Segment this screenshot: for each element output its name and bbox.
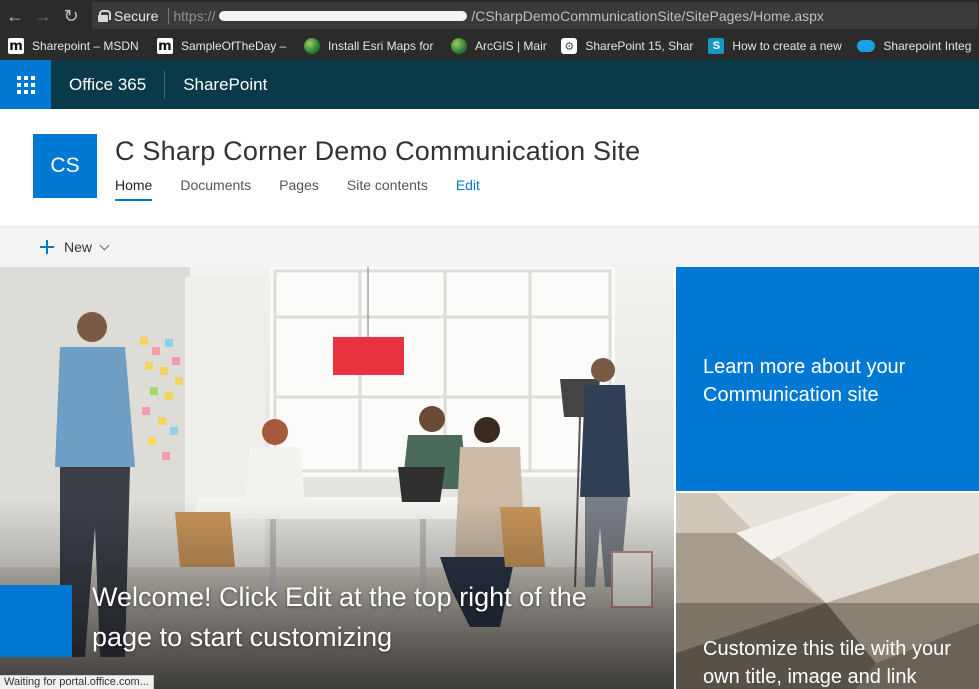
url-host: https:// bbox=[173, 7, 216, 24]
new-button-label: New bbox=[64, 239, 93, 255]
bookmark-label: ArcGIS | Main bbox=[474, 39, 548, 53]
bookmark-item[interactable]: ⚙ SharePoint 15, ShareF bbox=[561, 38, 694, 54]
site-logo[interactable]: CS bbox=[33, 134, 97, 198]
suite-title[interactable]: Office 365 bbox=[69, 75, 146, 95]
bookmark-label: Install Esri Maps for S bbox=[327, 39, 437, 53]
lock-icon bbox=[98, 9, 111, 22]
app-launcher-icon[interactable] bbox=[0, 60, 51, 109]
plus-icon bbox=[40, 240, 54, 254]
bookmark-label: SampleOfTheDay – M bbox=[180, 39, 290, 53]
bookmark-label: Sharepoint Integ bbox=[883, 39, 972, 53]
site-navigation: Home Documents Pages Site contents Edit bbox=[115, 177, 508, 201]
site-title[interactable]: C Sharp Corner Demo Communication Site bbox=[115, 136, 640, 167]
hero-side-top-tile[interactable]: Learn more about your Communication site bbox=[676, 267, 979, 491]
hero-main-tile[interactable]: Welcome! Click Edit at the top right of … bbox=[0, 267, 674, 689]
nav-pages[interactable]: Pages bbox=[279, 177, 319, 201]
bookmarks-bar: m Sharepoint – MSDN E m SampleOfTheDay – M… bbox=[0, 32, 979, 60]
m-icon: m bbox=[8, 38, 24, 54]
new-button[interactable]: New bbox=[40, 239, 110, 255]
forward-arrow-icon[interactable]: → bbox=[30, 3, 56, 29]
bookmark-item[interactable]: S How to create a new bbox=[708, 38, 843, 54]
bookmark-item[interactable]: ArcGIS | Main bbox=[450, 38, 548, 54]
browser-chrome: ← → ↻ Secure https:// /CSharpDemoCommuni… bbox=[0, 0, 979, 60]
bookmark-label: How to create a new bbox=[732, 39, 842, 53]
command-bar: New bbox=[0, 227, 979, 267]
hero-side-bottom-tile[interactable]: Customize this tile with your own title,… bbox=[676, 493, 979, 689]
secure-label: Secure bbox=[114, 7, 159, 24]
welcome-accent-block bbox=[0, 585, 72, 657]
bookmark-item[interactable]: Sharepoint Integ bbox=[857, 39, 973, 53]
globe-icon bbox=[303, 38, 320, 54]
browser-toolbar: ← → ↻ Secure https:// /CSharpDemoCommuni… bbox=[0, 0, 979, 32]
suite-divider bbox=[164, 70, 166, 99]
hero-side-top-text[interactable]: Learn more about your Communication site bbox=[703, 353, 953, 409]
bookmark-item[interactable]: m Sharepoint – MSDN E bbox=[8, 38, 143, 54]
hero-main-text[interactable]: Welcome! Click Edit at the top right of … bbox=[92, 577, 632, 657]
browser-status-bar: Waiting for portal.office.com... bbox=[0, 675, 154, 689]
sharepoint-icon: ⚙ bbox=[561, 38, 578, 54]
nav-site-contents[interactable]: Site contents bbox=[347, 177, 428, 201]
site-header: CS C Sharp Corner Demo Communication Sit… bbox=[0, 109, 979, 227]
m-icon: m bbox=[156, 38, 173, 54]
globe-icon bbox=[450, 38, 467, 54]
chevron-down-icon bbox=[99, 240, 110, 250]
bookmark-item[interactable]: Install Esri Maps for S bbox=[303, 38, 437, 54]
back-arrow-icon[interactable]: ← bbox=[2, 3, 28, 29]
bookmark-label: SharePoint 15, ShareF bbox=[585, 39, 694, 53]
suite-app-name[interactable]: SharePoint bbox=[183, 75, 267, 95]
url-path: /CSharpDemoCommunicationSite/SitePages/H… bbox=[471, 7, 824, 24]
address-separator bbox=[168, 7, 170, 24]
hero-side-bottom-text[interactable]: Customize this tile with your own title,… bbox=[703, 635, 965, 689]
cloud-icon bbox=[857, 40, 876, 52]
nav-edit-link[interactable]: Edit bbox=[456, 177, 480, 201]
sharepoint-s-icon: S bbox=[708, 38, 725, 54]
address-bar[interactable]: Secure https:// /CSharpDemoCommunication… bbox=[92, 2, 978, 29]
bookmark-label: Sharepoint – MSDN E bbox=[32, 39, 143, 53]
nav-home[interactable]: Home bbox=[115, 177, 153, 201]
url-redaction bbox=[219, 10, 468, 21]
suite-bar: Office 365 SharePoint bbox=[0, 60, 979, 109]
browser-window: ← → ↻ Secure https:// /CSharpDemoCommuni… bbox=[0, 0, 979, 689]
bookmark-item[interactable]: m SampleOfTheDay – M bbox=[156, 38, 290, 54]
reload-icon[interactable]: ↻ bbox=[58, 3, 84, 29]
nav-documents[interactable]: Documents bbox=[180, 177, 251, 201]
